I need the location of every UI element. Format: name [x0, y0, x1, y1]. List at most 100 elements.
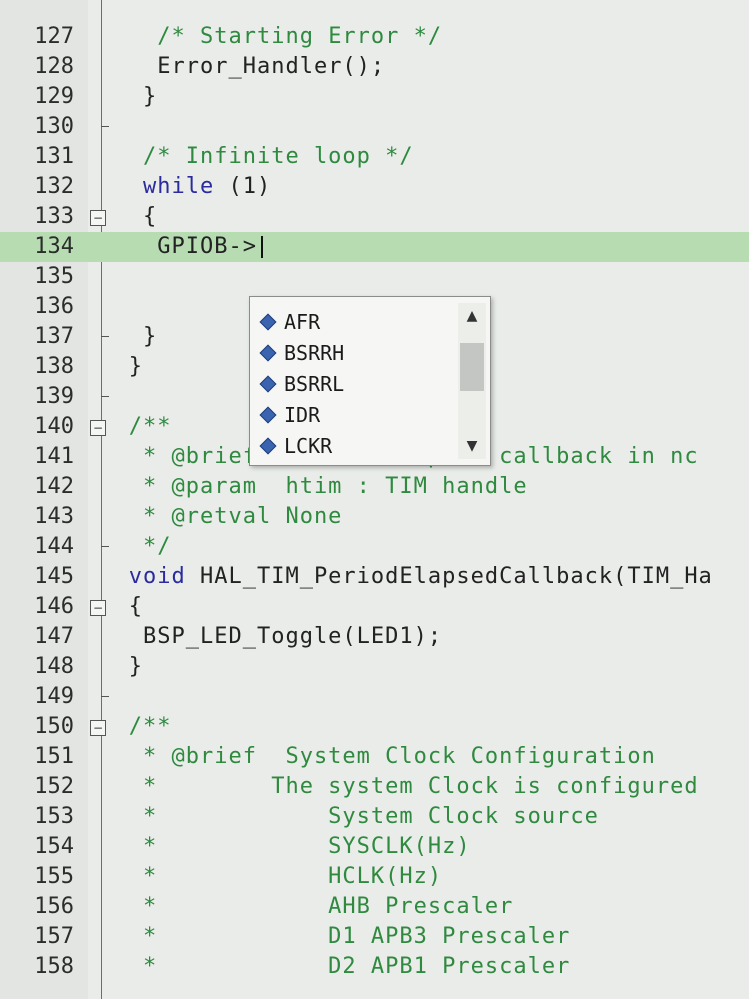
code-line[interactable]: 134 GPIOB->: [0, 232, 749, 262]
autocomplete-item[interactable]: LCKR: [259, 431, 452, 461]
fold-toggle-icon[interactable]: −: [90, 600, 106, 616]
code-line[interactable]: 152 * The system Clock is configured: [0, 772, 749, 802]
code-line[interactable]: 156 * AHB Prescaler: [0, 892, 749, 922]
line-number: 156: [34, 894, 74, 919]
fold-end-marker: [101, 396, 109, 397]
line-number: 140: [34, 414, 74, 439]
code-text: }: [128, 354, 143, 379]
fold-toggle-icon[interactable]: −: [90, 720, 106, 736]
autocomplete-item-label: LCKR: [284, 434, 333, 458]
code-text: GPIOB->: [157, 234, 257, 259]
code-line[interactable]: 143 * @retval None: [0, 502, 749, 532]
fold-toggle-icon[interactable]: −: [90, 210, 106, 226]
autocomplete-item[interactable]: BSRRH: [259, 338, 452, 368]
code-text: * SYSCLK(Hz): [143, 834, 471, 859]
line-number: 128: [34, 54, 74, 79]
line-number: 132: [34, 174, 74, 199]
chevron-up-icon[interactable]: ▲: [458, 305, 486, 327]
code-text: */: [143, 534, 172, 559]
autocomplete-item[interactable]: AFR: [259, 307, 452, 337]
code-text: * @retval None: [143, 504, 343, 529]
line-number: 130: [34, 114, 74, 139]
code-line[interactable]: 131 /* Infinite loop */: [0, 142, 749, 172]
line-number: 144: [34, 534, 74, 559]
code-line[interactable]: 149: [0, 682, 749, 712]
code-line[interactable]: 157 * D1 APB3 Prescaler: [0, 922, 749, 952]
code-text: }: [128, 654, 143, 679]
line-number: 158: [34, 954, 74, 979]
autocomplete-item[interactable]: BSRRL: [259, 369, 452, 399]
autocomplete-popup[interactable]: AFR BSRRH BSRRL IDR LCKR ▲ ▼: [249, 296, 491, 466]
line-number: 150: [34, 714, 74, 739]
code-line[interactable]: 127 /* Starting Error */: [0, 22, 749, 52]
code-line[interactable]: 135: [0, 262, 749, 292]
code-text: * @param htim : TIM handle: [143, 474, 528, 499]
code-text: /* Infinite loop */: [143, 144, 414, 169]
line-number: 157: [34, 924, 74, 949]
code-line[interactable]: 133− {: [0, 202, 749, 232]
line-number: 143: [34, 504, 74, 529]
member-field-icon: [259, 313, 277, 330]
member-field-icon: [259, 406, 277, 423]
code-line[interactable]: 158 * D2 APB1 Prescaler: [0, 952, 749, 982]
code-line[interactable]: 155 * HCLK(Hz): [0, 862, 749, 892]
line-number: 146: [34, 594, 74, 619]
line-number: 145: [34, 564, 74, 589]
code-text: * System Clock source: [143, 804, 599, 829]
code-line[interactable]: 148}: [0, 652, 749, 682]
line-number: 134: [34, 234, 74, 259]
code-line[interactable]: 146− {: [0, 592, 749, 622]
line-number: 135: [34, 264, 74, 289]
chevron-down-icon[interactable]: ▼: [458, 435, 486, 457]
line-number: 138: [34, 354, 74, 379]
code-text: while (1): [143, 174, 272, 199]
code-text: /* Starting Error */: [157, 24, 443, 49]
autocomplete-item-label: IDR: [284, 403, 321, 427]
code-line[interactable]: 147 BSP_LED_Toggle(LED1);: [0, 622, 749, 652]
text-cursor: [261, 236, 263, 258]
line-number: 139: [34, 384, 74, 409]
line-number: 155: [34, 864, 74, 889]
line-number: 147: [34, 624, 74, 649]
code-text: {: [128, 594, 143, 619]
code-line[interactable]: 153 * System Clock source: [0, 802, 749, 832]
member-field-icon: [259, 344, 277, 361]
code-line[interactable]: 144 */: [0, 532, 749, 562]
fold-end-marker: [101, 546, 109, 547]
code-text: * The system Clock is configured: [143, 774, 699, 799]
line-number: 133: [34, 204, 74, 229]
line-number: 154: [34, 834, 74, 859]
line-number: 148: [34, 654, 74, 679]
code-line[interactable]: 151 * @brief System Clock Configuration: [0, 742, 749, 772]
line-number: 129: [34, 84, 74, 109]
code-line[interactable]: 150− /**: [0, 712, 749, 742]
code-line[interactable]: 128 Error_Handler();: [0, 52, 749, 82]
fold-end-marker: [101, 336, 109, 337]
scroll-thumb[interactable]: [460, 343, 484, 391]
code-text: * D2 APB1 Prescaler: [143, 954, 571, 979]
line-number: 137: [34, 324, 74, 349]
autocomplete-item-label: AFR: [284, 310, 321, 334]
member-field-icon: [259, 375, 277, 392]
code-line[interactable]: 129}: [0, 82, 749, 112]
member-field-icon: [259, 437, 277, 454]
line-number: 141: [34, 444, 74, 469]
code-text: * D1 APB3 Prescaler: [143, 924, 571, 949]
fold-end-marker: [101, 696, 109, 697]
code-line[interactable]: 142 * @param htim : TIM handle: [0, 472, 749, 502]
code-text: * AHB Prescaler: [143, 894, 514, 919]
code-line[interactable]: 130: [0, 112, 749, 142]
code-line[interactable]: 154 * SYSCLK(Hz): [0, 832, 749, 862]
autocomplete-scrollbar[interactable]: ▲ ▼: [458, 303, 486, 459]
code-text: * HCLK(Hz): [143, 864, 443, 889]
autocomplete-item[interactable]: IDR: [259, 400, 452, 430]
code-text: void HAL_TIM_PeriodElapsedCallback(TIM_H…: [128, 564, 713, 589]
code-line[interactable]: 145 void HAL_TIM_PeriodElapsedCallback(TI…: [0, 562, 749, 592]
code-text: /**: [128, 414, 172, 439]
line-number: 136: [34, 294, 74, 319]
fold-toggle-icon[interactable]: −: [90, 420, 106, 436]
code-text: BSP_LED_Toggle(LED1);: [143, 624, 443, 649]
code-text: }: [143, 84, 158, 109]
code-line[interactable]: 132 while (1): [0, 172, 749, 202]
line-number: 149: [34, 684, 74, 709]
